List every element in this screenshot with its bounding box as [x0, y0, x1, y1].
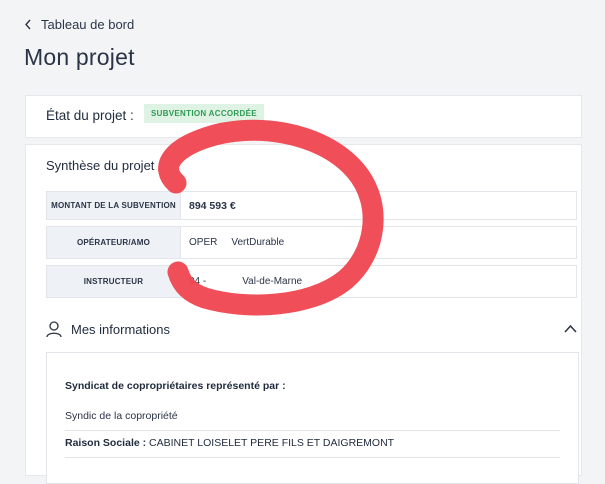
table-row: MONTANT DE LA SUBVENTION 894 593 € [46, 191, 577, 220]
operateur-name: VertDurable [231, 237, 285, 248]
row-value-instructeur: 94 - Val-de-Marne [181, 265, 577, 298]
instructeur-code: 94 - [189, 276, 207, 287]
mes-informations-toggle[interactable]: Mes informations [46, 319, 577, 341]
row-key-montant: MONTANT DE LA SUBVENTION [46, 191, 181, 220]
row-value-operateur: OPER VertDurable [181, 226, 577, 259]
row-key-operateur: OPÉRATEUR/AMO [46, 226, 181, 259]
status-card: État du projet : SUBVENTION ACCORDÉE [25, 95, 582, 138]
chevron-left-icon [25, 19, 31, 30]
table-row: OPÉRATEUR/AMO OPER VertDurable [46, 226, 577, 259]
synthesis-title: Synthèse du projet : [46, 158, 162, 173]
raison-sociale-line: Raison Sociale : CABINET LOISELET PERE F… [65, 437, 394, 449]
project-synthesis-card: Synthèse du projet : MONTANT DE LA SUBVE… [25, 144, 582, 484]
divider [65, 430, 560, 431]
mes-informations-panel: Syndicat de copropriétaires représenté p… [46, 352, 579, 484]
mes-informations-label: Mes informations [71, 322, 170, 337]
row-value-montant: 894 593 € [181, 191, 577, 220]
syndic-subtitle: Syndic de la copropriété [65, 410, 178, 422]
divider [65, 457, 560, 458]
chevron-up-icon[interactable] [564, 324, 577, 333]
status-badge: SUBVENTION ACCORDÉE [144, 104, 264, 123]
operateur-code: OPER [189, 237, 218, 248]
back-link[interactable]: Tableau de bord [24, 17, 134, 32]
raison-sociale-label: Raison Sociale : [65, 437, 147, 449]
page-title: Mon projet [24, 44, 135, 70]
instructeur-name: Val-de-Marne [242, 276, 303, 287]
status-label: État du projet : [46, 108, 134, 123]
raison-sociale-value: CABINET LOISELET PERE FILS ET DAIGREMONT [149, 437, 395, 449]
row-key-instructeur: INSTRUCTEUR [46, 265, 181, 298]
syndicat-heading: Syndicat de copropriétaires représenté p… [65, 380, 286, 392]
back-link-label: Tableau de bord [41, 17, 135, 32]
user-icon [46, 321, 62, 338]
table-row: INSTRUCTEUR 94 - Val-de-Marne [46, 265, 577, 298]
